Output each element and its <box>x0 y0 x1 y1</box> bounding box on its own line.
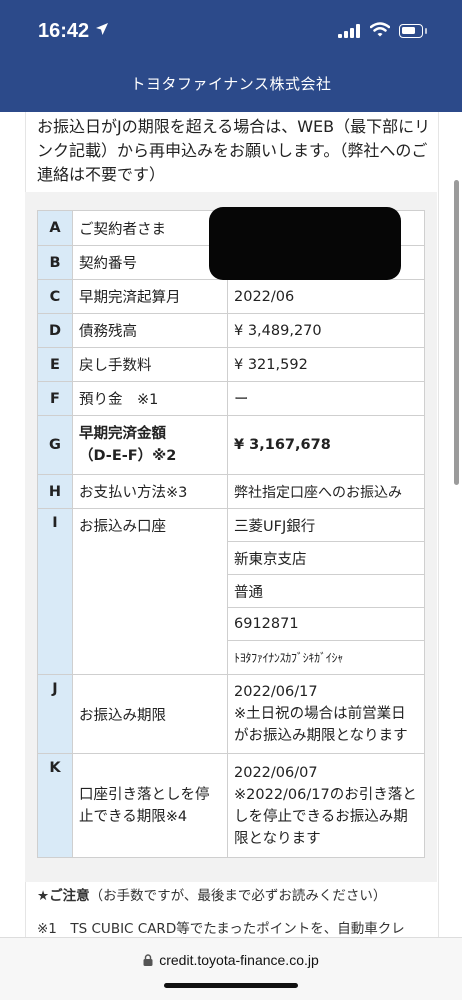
site-title: トヨタファイナンス株式会社 <box>130 75 332 93</box>
browser-url-bar[interactable]: credit.toyota-finance.co.jp <box>0 937 462 1000</box>
account-number: 6912871 <box>227 607 425 641</box>
row-label: お振込み口座 <box>72 508 228 675</box>
intro-text: お振込日がJの期限を超える場合は、WEB（最下部にリンク記載）から再申込みをお願… <box>37 117 431 184</box>
row-letter: H <box>37 474 73 509</box>
row-value: 2022/06/07 ※2022/06/17のお引き落としを停止できるお振込み期… <box>227 753 425 858</box>
battery-icon <box>399 24 423 38</box>
status-bar: 16:42 <box>0 0 462 62</box>
deadline-note: ※土日祝の場合は前営業日がお振込み期限となります <box>234 706 408 744</box>
notice-text: （お手数ですが、最後まで必ずお読みください） <box>89 888 387 904</box>
status-time: 16:42 <box>38 20 90 42</box>
wifi-icon <box>370 22 390 37</box>
url-display[interactable]: credit.toyota-finance.co.jp <box>0 952 462 968</box>
row-label: 債務残高 <box>72 313 228 348</box>
notice-title: ★ご注意 <box>37 888 90 904</box>
row-label: ご契約者さま <box>72 210 228 246</box>
account-type: 普通 <box>227 574 425 608</box>
row-letter: K <box>37 753 73 858</box>
deadline-date: 2022/06/17 <box>234 684 318 700</box>
row-letter: C <box>37 279 73 314</box>
account-bank: 三菱UFJ銀行 <box>227 508 425 542</box>
table-row: D 債務残高 ¥ 3,489,270 <box>37 313 425 348</box>
redaction-mark <box>209 207 401 280</box>
row-value: ¥ 3,489,270 <box>227 313 425 348</box>
row-label: 預り金 ※1 <box>72 381 228 416</box>
table-row: K 口座引き落としを停止できる期限※4 2022/06/07 ※2022/06/… <box>37 753 425 858</box>
stop-debit-note: ※2022/06/17のお引き落としを停止できるお振込み期限となります <box>234 786 417 847</box>
row-letter: I <box>37 508 73 675</box>
table-row: J お振込み期限 2022/06/17 ※土日祝の場合は前営業日がお振込み期限と… <box>37 674 425 754</box>
row-value: 2022/06/17 ※土日祝の場合は前営業日がお振込み期限となります <box>227 674 425 754</box>
row-label: お振込み期限 <box>72 674 228 754</box>
row-label: 契約番号 <box>72 245 228 280</box>
table-row: I お振込み口座 三菱UFJ銀行 <box>37 508 425 675</box>
footnote-1: ※1 TS CUBIC CARD等でたまったポイントを、自動車クレ <box>37 921 405 937</box>
table-row: E 戻し手数料 ¥ 321,592 <box>37 347 425 382</box>
lock-icon <box>143 954 153 966</box>
row-value: ¥ 321,592 <box>227 347 425 382</box>
row-letter: D <box>37 313 73 348</box>
row-value: ¥ 3,167,678 <box>227 415 425 475</box>
cellular-signal-icon <box>338 24 360 38</box>
row-letter: E <box>37 347 73 382</box>
battery-tip <box>425 28 427 34</box>
site-header: トヨタファイナンス株式会社 <box>0 62 462 112</box>
table-row: H お支払い方法※3 弊社指定口座へのお振込み <box>37 474 425 509</box>
row-value: ー <box>227 381 425 416</box>
row-label: 口座引き落としを停止できる期限※4 <box>72 753 228 858</box>
home-indicator[interactable] <box>164 983 298 988</box>
table-row: C 早期完済起算月 2022/06 <box>37 279 425 314</box>
table-row: F 預り金 ※1 ー <box>37 381 425 416</box>
label-line: 早期完済金額 <box>79 426 166 442</box>
row-letter: A <box>37 210 73 246</box>
label-line: （D-E-F）※2 <box>79 448 177 464</box>
scrollbar[interactable] <box>454 180 459 485</box>
row-value: 2022/06 <box>227 279 425 314</box>
row-label: 早期完済起算月 <box>72 279 228 314</box>
row-letter: G <box>37 415 73 475</box>
stop-debit-date: 2022/06/07 <box>234 764 318 781</box>
table-row: G 早期完済金額 （D-E-F）※2 ¥ 3,167,678 <box>37 415 425 475</box>
row-letter: F <box>37 381 73 416</box>
account-branch: 新東京支店 <box>227 541 425 575</box>
row-letter: J <box>37 674 73 754</box>
row-letter: B <box>37 245 73 280</box>
url-text: credit.toyota-finance.co.jp <box>159 952 319 968</box>
row-value: 弊社指定口座へのお振込み <box>227 474 425 509</box>
account-holder: ﾄﾖﾀﾌｧｲﾅﾝｽｶﾌﾞｼｷｶﾞｲｼｬ <box>227 640 425 675</box>
notice-heading: ★ご注意（お手数ですが、最後まで必ずお読みください） <box>37 884 437 904</box>
payoff-info-table: A ご契約者さま B 契約番号 C 早期完済起算月 2022/06 D 債務残高… <box>37 210 425 858</box>
location-arrow-icon <box>96 23 108 35</box>
row-label: 戻し手数料 <box>72 347 228 382</box>
row-label: お支払い方法※3 <box>72 474 228 509</box>
row-label: 早期完済金額 （D-E-F）※2 <box>72 415 228 475</box>
